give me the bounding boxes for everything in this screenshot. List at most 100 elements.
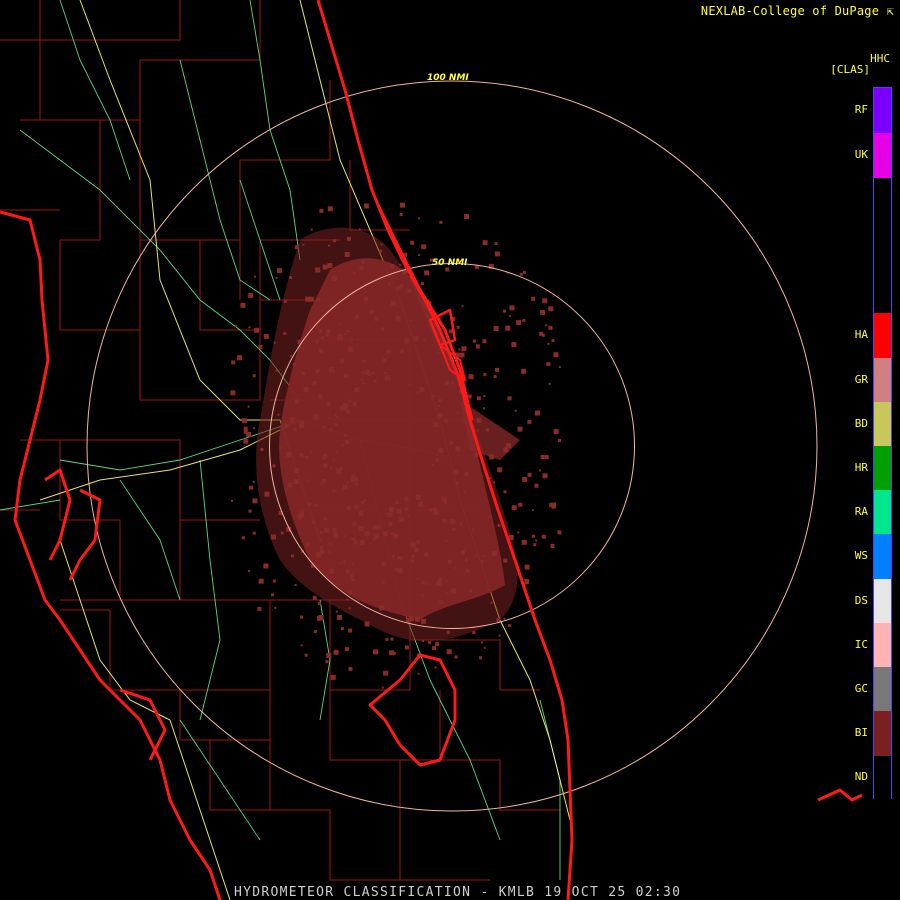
echo-pixel: [503, 490, 507, 494]
echo-pixel: [332, 239, 336, 243]
range-label-50: 50 NMI: [432, 258, 468, 268]
legend-color-bar: [873, 87, 892, 800]
echo-pixel: [409, 319, 412, 322]
echo-pixel: [234, 324, 237, 327]
echo-pixel: [527, 419, 532, 424]
echo-pixel: [350, 478, 355, 483]
echo-pixel: [319, 539, 322, 542]
echo-pixel: [310, 228, 313, 231]
echo-pixel: [436, 581, 442, 586]
echo-pixel: [400, 349, 405, 354]
echo-pixel: [544, 455, 549, 460]
echo-pixel: [364, 530, 370, 536]
echo-pixel: [433, 509, 439, 515]
echo-pixel: [249, 485, 254, 490]
echo-pixel: [293, 479, 299, 485]
echo-pixel: [459, 352, 465, 358]
echo-pixel: [330, 674, 336, 680]
echo-pixel: [407, 288, 412, 293]
credit-text: NEXLAB-College of DuPage: [700, 4, 880, 18]
echo-pixel: [547, 342, 550, 345]
echo-pixel: [272, 579, 276, 583]
echo-pixel: [342, 484, 348, 490]
echo-pixel: [292, 362, 296, 366]
echo-pixel: [315, 267, 321, 273]
echo-pixel: [346, 236, 351, 241]
echo-pixel: [414, 616, 420, 622]
echo-pixel: [272, 464, 276, 468]
echo-pixel: [382, 358, 387, 363]
echo-pixel: [522, 476, 528, 482]
echo-pixel: [497, 467, 503, 473]
echo-pixel: [481, 641, 484, 644]
legend-product-label: HHC: [870, 52, 890, 65]
echo-pixel: [327, 263, 333, 269]
echo-pixel: [328, 551, 331, 554]
echo-pixel: [318, 615, 324, 620]
echo-pixel: [326, 402, 331, 406]
echo-pixel: [319, 208, 324, 213]
echo-pixel: [439, 600, 444, 605]
echo-pixel: [343, 559, 346, 562]
legend-label-bi: BI: [854, 725, 868, 739]
echo-pixel: [443, 499, 448, 504]
echo-pixel: [373, 649, 378, 655]
echo-pixel: [519, 272, 523, 276]
echo-pixel: [490, 601, 493, 604]
echo-pixel: [344, 434, 348, 437]
range-label-100: 100 NMI: [427, 73, 469, 83]
echo-pixel: [280, 531, 284, 535]
echo-pixel: [445, 267, 450, 272]
echo-pixel: [337, 333, 343, 339]
echo-pixel: [344, 252, 350, 257]
echo-pixel: [436, 351, 439, 354]
echo-pixel: [336, 416, 338, 419]
echo-pixel: [362, 360, 366, 363]
echo-pixel: [445, 579, 448, 582]
echo-pixel: [305, 542, 310, 547]
echo-pixel: [338, 322, 341, 325]
echo-pixel: [404, 645, 409, 650]
legend-swatch-gr: [874, 358, 891, 403]
echo-pixel: [495, 367, 499, 372]
echo-pixel: [283, 299, 287, 303]
echo-pixel: [385, 375, 390, 381]
echo-pixel: [419, 387, 425, 393]
echo-pixel: [458, 348, 461, 351]
echo-pixel: [558, 366, 561, 368]
echo-pixel: [322, 264, 328, 270]
echo-pixel: [397, 306, 400, 309]
echo-pixel: [315, 369, 320, 374]
echo-pixel: [395, 315, 401, 321]
echo-pixel: [334, 422, 338, 426]
echo-pixel: [511, 505, 517, 511]
echo-pixel: [517, 531, 520, 534]
echo-pixel: [316, 341, 319, 344]
echo-pixel: [433, 422, 439, 428]
echo-pixel: [312, 595, 317, 600]
echo-pixel: [293, 428, 297, 432]
echo-pixel: [400, 556, 403, 560]
echo-pixel: [346, 330, 349, 333]
echo-pixel: [503, 558, 508, 563]
echo-pixel: [486, 428, 489, 432]
echo-pixel: [494, 251, 500, 257]
echo-pixel: [453, 469, 459, 475]
arrow-icon: ⇱: [886, 4, 894, 18]
echo-pixel: [507, 624, 511, 627]
echo-pixel: [435, 453, 438, 456]
echo-pixel: [438, 577, 443, 582]
echo-pixel: [487, 588, 490, 591]
legend-label-ra: RA: [854, 504, 868, 518]
echo-pixel: [341, 405, 347, 411]
echo-pixel: [514, 409, 517, 412]
echo-pixel: [404, 497, 409, 502]
echo-pixel: [531, 509, 534, 512]
echo-pixel: [550, 544, 555, 548]
echo-pixel: [489, 454, 495, 460]
echo-pixel: [404, 506, 409, 511]
echo-pixel: [483, 395, 486, 398]
echo-pixel: [445, 540, 448, 543]
echo-pixel: [347, 346, 353, 352]
echo-pixel: [257, 606, 262, 611]
